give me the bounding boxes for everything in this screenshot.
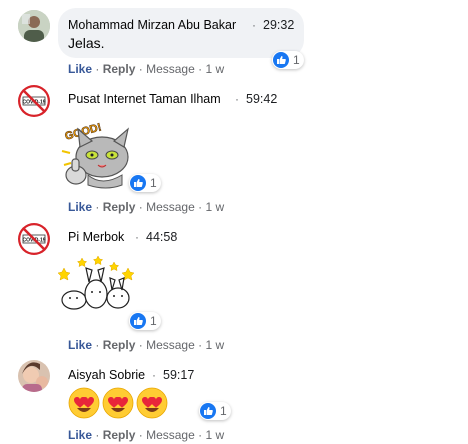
sticker-image[interactable]: GOOD! bbox=[58, 113, 138, 193]
separator-dot: · bbox=[95, 62, 100, 76]
comment-actions: Like · Reply · Message · 1 w bbox=[68, 62, 224, 76]
separator-dot: · bbox=[198, 200, 203, 214]
separator-dot: · bbox=[95, 428, 100, 442]
comment-actions: Like · Reply · Message · 1 w bbox=[68, 200, 224, 214]
sticker-image[interactable] bbox=[56, 254, 136, 318]
reaction-badge[interactable]: 1 bbox=[272, 51, 304, 69]
separator-dot: · bbox=[198, 62, 203, 76]
like-reaction-icon bbox=[200, 403, 216, 419]
avatar[interactable] bbox=[18, 360, 50, 392]
comment-author[interactable]: Pusat Internet Taman Ilham bbox=[68, 92, 221, 106]
message-link[interactable]: Message bbox=[146, 428, 195, 442]
separator-dot: · bbox=[95, 200, 100, 214]
avatar[interactable]: COVID-19 bbox=[18, 223, 50, 255]
comment-timestamp[interactable]: 59:42 bbox=[246, 92, 277, 106]
comment-author[interactable]: Mohammad Mirzan Abu Bakar bbox=[68, 18, 236, 32]
like-reaction-icon bbox=[130, 175, 146, 191]
separator-dot: · bbox=[135, 230, 139, 244]
reaction-count: 1 bbox=[150, 176, 157, 190]
comment-timestamp[interactable]: 59:17 bbox=[163, 368, 194, 382]
separator-dot: · bbox=[138, 338, 143, 352]
heart-eyes-emoji bbox=[136, 387, 168, 419]
comment-emoji-text bbox=[68, 387, 172, 419]
comment-actions: Like · Reply · Message · 1 w bbox=[68, 338, 224, 352]
comment-author[interactable]: Pi Merbok bbox=[68, 230, 124, 244]
reaction-badge[interactable]: 1 bbox=[129, 174, 161, 192]
reaction-count: 1 bbox=[293, 53, 300, 67]
reply-link[interactable]: Reply bbox=[103, 338, 136, 352]
like-link[interactable]: Like bbox=[68, 338, 92, 352]
comment-age[interactable]: 1 w bbox=[205, 428, 224, 442]
reaction-badge[interactable]: 1 bbox=[129, 312, 161, 330]
separator-dot: · bbox=[138, 428, 143, 442]
comment-age[interactable]: 1 w bbox=[205, 338, 224, 352]
comment-actions: Like · Reply · Message · 1 w bbox=[68, 428, 224, 442]
comment-timestamp[interactable]: 44:58 bbox=[146, 230, 177, 244]
separator-dot: · bbox=[198, 338, 203, 352]
reaction-badge[interactable]: 1 bbox=[199, 402, 231, 420]
avatar[interactable]: COVID-19 bbox=[18, 85, 50, 117]
separator-dot: · bbox=[198, 428, 203, 442]
reply-link[interactable]: Reply bbox=[103, 62, 136, 76]
message-link[interactable]: Message bbox=[146, 200, 195, 214]
separator-dot: · bbox=[252, 18, 256, 32]
heart-eyes-emoji bbox=[68, 387, 100, 419]
like-reaction-icon bbox=[273, 52, 289, 68]
comment-age[interactable]: 1 w bbox=[205, 62, 224, 76]
avatar[interactable] bbox=[18, 10, 50, 42]
comment-age[interactable]: 1 w bbox=[205, 200, 224, 214]
message-link[interactable]: Message bbox=[146, 338, 195, 352]
message-link[interactable]: Message bbox=[146, 62, 195, 76]
reply-link[interactable]: Reply bbox=[103, 428, 136, 442]
separator-dot: · bbox=[138, 62, 143, 76]
comment-author[interactable]: Aisyah Sobrie bbox=[68, 368, 145, 382]
separator-dot: · bbox=[235, 92, 239, 106]
separator-dot: · bbox=[152, 368, 156, 382]
separator-dot: · bbox=[138, 200, 143, 214]
reaction-count: 1 bbox=[220, 404, 227, 418]
like-link[interactable]: Like bbox=[68, 62, 92, 76]
reaction-count: 1 bbox=[150, 314, 157, 328]
like-link[interactable]: Like bbox=[68, 200, 92, 214]
reply-link[interactable]: Reply bbox=[103, 200, 136, 214]
like-reaction-icon bbox=[130, 313, 146, 329]
comment-text: Jelas. bbox=[68, 35, 105, 51]
comment-bubble: Mohammad Mirzan Abu Bakar · 29:32 Jelas. bbox=[58, 8, 304, 58]
comment-timestamp[interactable]: 29:32 bbox=[263, 18, 294, 32]
separator-dot: · bbox=[95, 338, 100, 352]
heart-eyes-emoji bbox=[102, 387, 134, 419]
like-link[interactable]: Like bbox=[68, 428, 92, 442]
